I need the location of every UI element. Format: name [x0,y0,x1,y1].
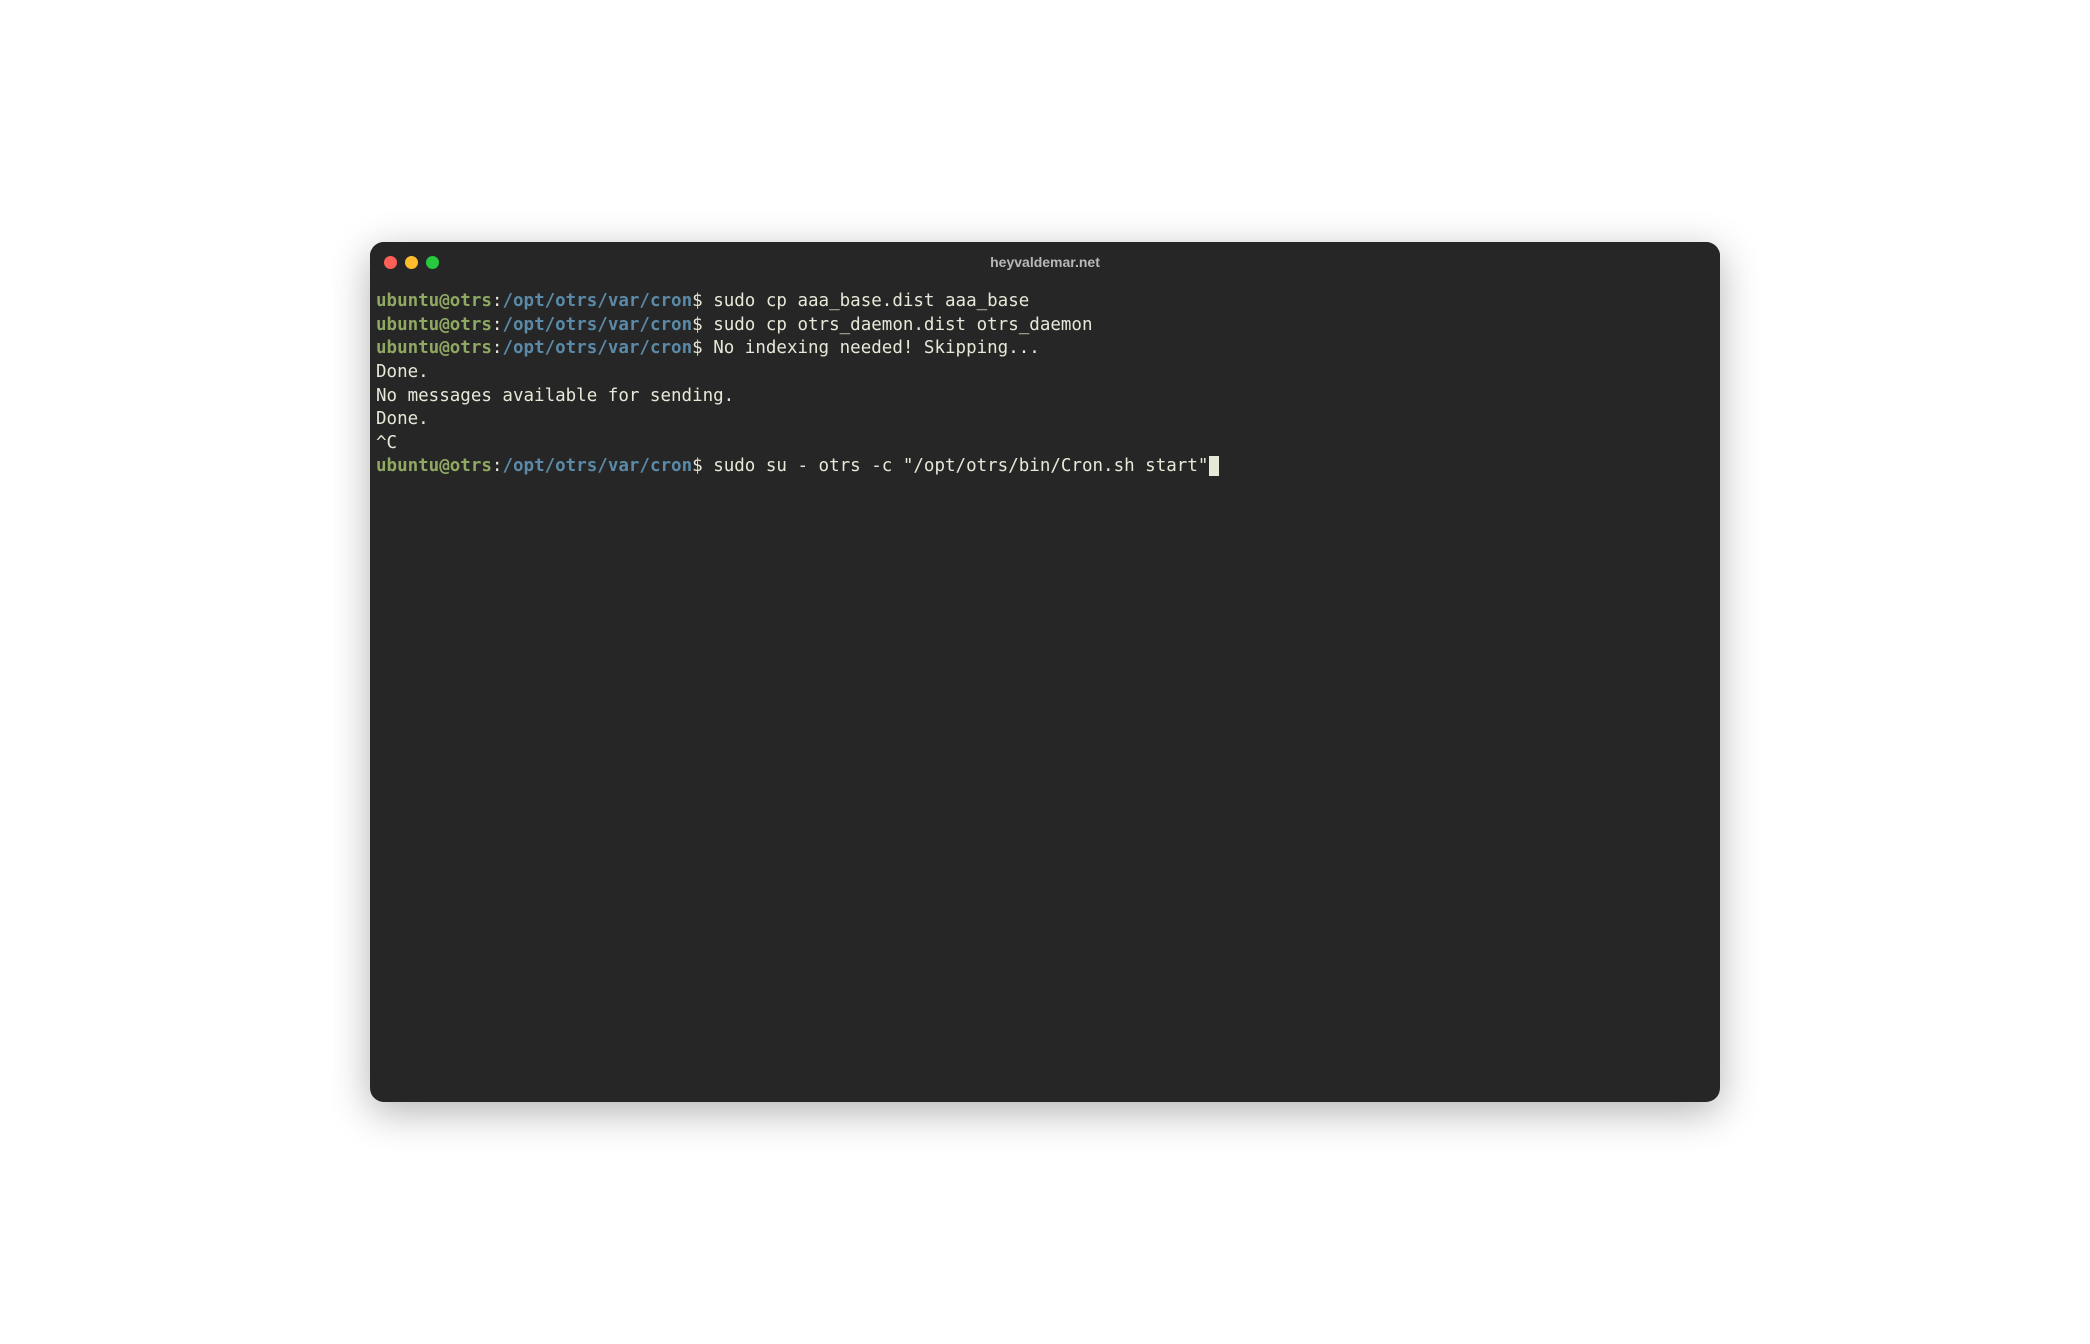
cursor [1209,456,1219,476]
terminal-window: heyvaldemar.net ubuntu@otrs:/opt/otrs/va… [370,242,1720,1102]
output-text: No indexing needed! Skipping... [713,338,1040,358]
output-line: No messages available for sending. [376,385,1714,409]
command-text: sudo cp otrs_daemon.dist otrs_daemon [713,315,1092,335]
terminal-line: ubuntu@otrs:/opt/otrs/var/cron$ sudo cp … [376,290,1714,314]
output-line: Done. [376,361,1714,385]
prompt-user: ubuntu [376,315,439,335]
output-line: Done. [376,408,1714,432]
prompt-at: @ [439,315,450,335]
maximize-button[interactable] [426,256,439,269]
terminal-line: ubuntu@otrs:/opt/otrs/var/cron$ sudo cp … [376,314,1714,338]
prompt-symbol: $ [692,315,713,335]
output-line: ^C [376,432,1714,456]
prompt-path: /opt/otrs/var/cron [502,315,692,335]
prompt-at: @ [439,456,450,476]
command-text: sudo cp aaa_base.dist aaa_base [713,291,1029,311]
title-bar: heyvaldemar.net [370,242,1720,282]
window-title: heyvaldemar.net [990,254,1100,270]
terminal-line: ubuntu@otrs:/opt/otrs/var/cron$ sudo su … [376,455,1714,479]
prompt-colon: : [492,291,503,311]
prompt-path: /opt/otrs/var/cron [502,338,692,358]
prompt-user: ubuntu [376,291,439,311]
prompt-colon: : [492,315,503,335]
command-text: sudo su - otrs -c "/opt/otrs/bin/Cron.sh… [713,456,1208,476]
prompt-colon: : [492,456,503,476]
prompt-path: /opt/otrs/var/cron [502,291,692,311]
prompt-user: ubuntu [376,338,439,358]
terminal-body[interactable]: ubuntu@otrs:/opt/otrs/var/cron$ sudo cp … [370,282,1720,1102]
minimize-button[interactable] [405,256,418,269]
prompt-host: otrs [450,315,492,335]
prompt-symbol: $ [692,291,713,311]
prompt-symbol: $ [692,456,713,476]
close-button[interactable] [384,256,397,269]
prompt-user: ubuntu [376,456,439,476]
prompt-host: otrs [450,456,492,476]
prompt-symbol: $ [692,338,713,358]
terminal-line: ubuntu@otrs:/opt/otrs/var/cron$ No index… [376,337,1714,361]
prompt-path: /opt/otrs/var/cron [502,456,692,476]
window-controls [384,256,439,269]
prompt-at: @ [439,338,450,358]
prompt-host: otrs [450,291,492,311]
prompt-colon: : [492,338,503,358]
prompt-host: otrs [450,338,492,358]
prompt-at: @ [439,291,450,311]
